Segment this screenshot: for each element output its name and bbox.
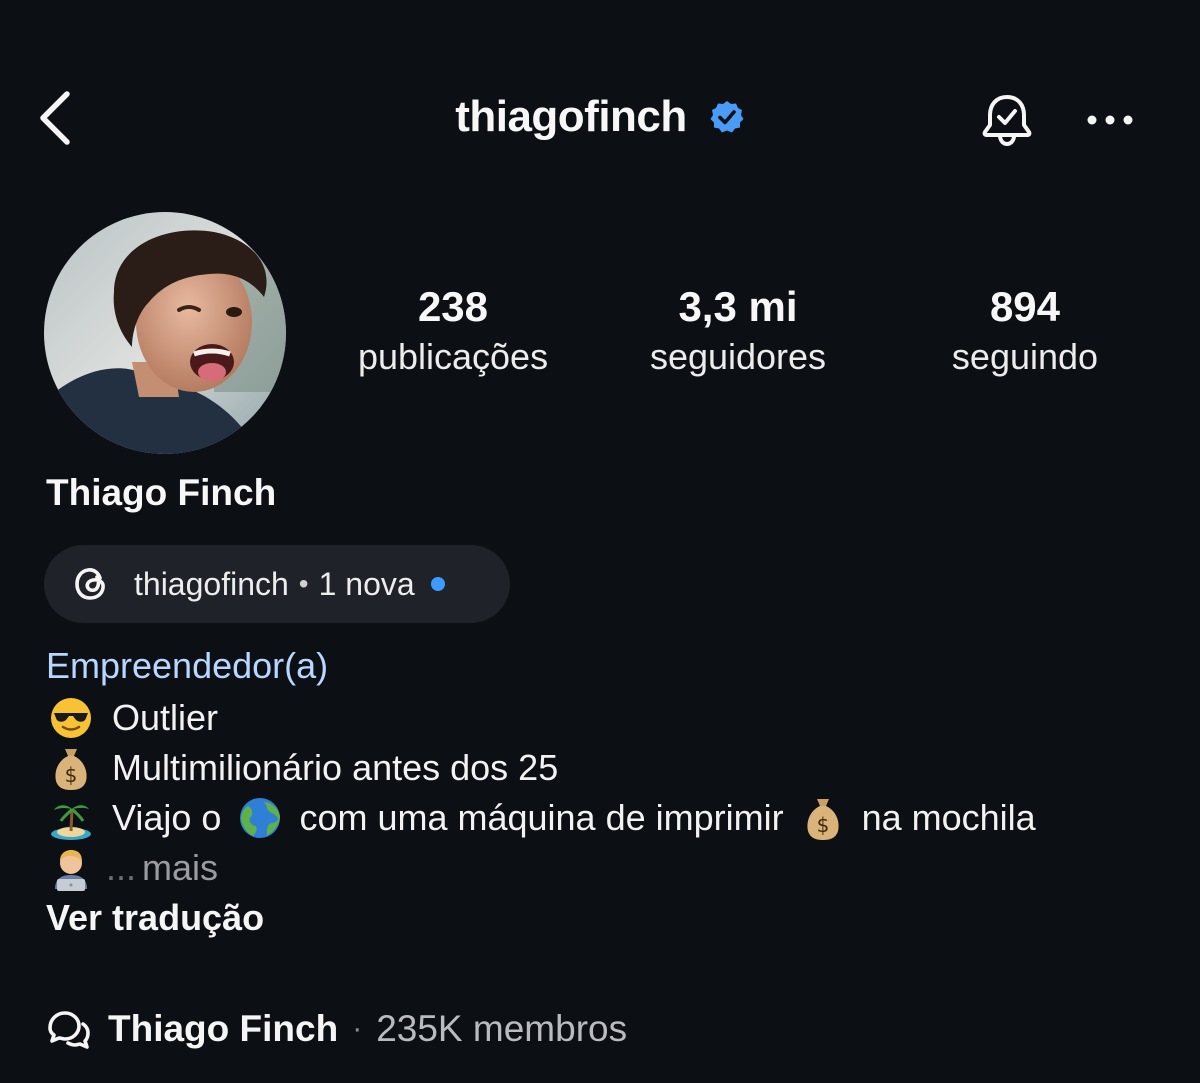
channel-name: Thiago Finch (108, 1008, 339, 1049)
bio-line-3-text-a: Viajo o (112, 797, 222, 838)
money-bag-emoji-icon: $ (46, 745, 96, 791)
bell-check-icon (982, 95, 1032, 147)
channel-separator: · (352, 1012, 363, 1045)
globe-emoji-icon (235, 795, 285, 841)
avatar-photo (44, 212, 286, 454)
bio-line: $ Multimilionário antes dos 25 (46, 745, 558, 791)
bio-line-2-text: Multimilionário antes dos 25 (112, 747, 559, 788)
bio-line: Outlier (46, 695, 218, 741)
profile-page: thiagofinch 238 publicações 3,3 mi segui… (0, 0, 1200, 1083)
bio-line-1-text: Outlier (112, 697, 219, 738)
bio-more-link[interactable]: mais (142, 847, 218, 889)
threads-status: 1 nova (318, 565, 415, 602)
stat-following[interactable]: 894 seguindo (925, 280, 1125, 380)
more-options-button[interactable] (1080, 98, 1140, 142)
technologist-emoji-icon (46, 845, 96, 891)
profile-header: thiagofinch (0, 80, 1200, 160)
stat-followers-label: seguidores (649, 336, 827, 377)
sunglasses-emoji-icon (46, 695, 96, 741)
threads-separator: • (298, 568, 309, 599)
profile-avatar[interactable] (44, 212, 286, 454)
bio-line-3-text-b: com uma máquina de imprimir (299, 797, 784, 838)
bio-line: Viajo o com uma máquina de imprimir $ na… (46, 795, 1036, 841)
profile-username: thiagofinch (455, 92, 687, 141)
svg-text:$: $ (816, 813, 829, 837)
money-bag-emoji-icon: $ (798, 795, 848, 841)
stat-following-label: seguindo (951, 336, 1099, 377)
more-dots-icon (1087, 115, 1133, 125)
stat-posts-count: 238 (417, 283, 489, 330)
threads-handle: thiagofinch (134, 565, 289, 602)
stat-following-count: 894 (989, 283, 1061, 330)
threads-pill-text: thiagofinch • 1 nova (134, 566, 445, 603)
verified-badge-icon (710, 101, 744, 133)
stat-posts[interactable]: 238 publicações (330, 280, 576, 380)
channel-members-count: 235K membros (376, 1008, 628, 1049)
stat-posts-label: publicações (357, 336, 549, 377)
desert-island-emoji-icon (46, 795, 96, 841)
bio-ellipsis: ... (106, 847, 137, 888)
threads-icon (75, 568, 105, 600)
broadcast-channel-link[interactable]: Thiago Finch · 235K membros (46, 1008, 627, 1050)
threads-badge-button[interactable]: thiagofinch • 1 nova (44, 545, 510, 623)
see-translation-link[interactable]: Ver tradução (46, 897, 264, 939)
community-chat-icon (48, 1011, 90, 1049)
new-indicator-dot (430, 577, 445, 591)
stat-followers[interactable]: 3,3 mi seguidores (622, 280, 854, 380)
profile-display-name: Thiago Finch (46, 472, 277, 513)
svg-text:$: $ (65, 763, 78, 787)
bio-line: ... mais (46, 845, 218, 891)
profile-category: Empreendedor(a) (46, 645, 329, 686)
notifications-bell-button[interactable] (972, 88, 1042, 152)
bio-line-3-text-c: na mochila (861, 797, 1036, 838)
stat-followers-count: 3,3 mi (678, 283, 798, 330)
